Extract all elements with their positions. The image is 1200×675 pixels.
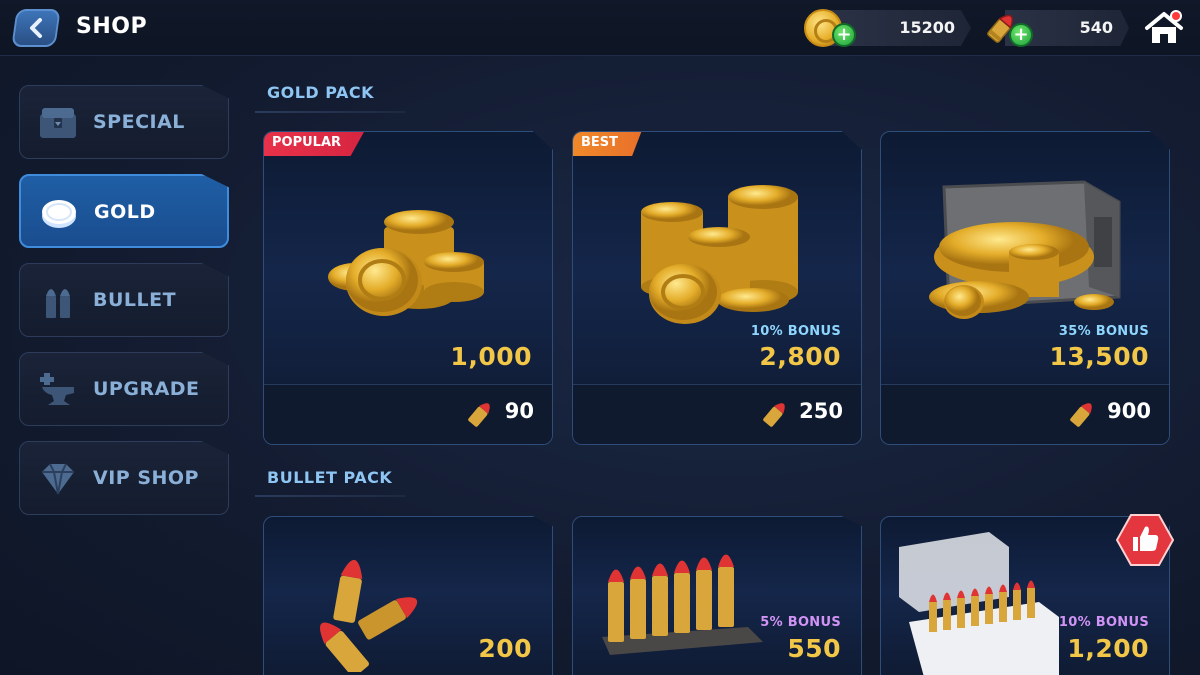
price-value: 250: [799, 399, 843, 423]
bullet-pack-card-2[interactable]: 5% BONUS 550: [572, 516, 862, 675]
price-row: 900: [881, 384, 1169, 444]
notification-dot: [1170, 10, 1182, 22]
sidebar-item-upgrade[interactable]: UPGRADE: [19, 352, 229, 426]
sidebar-item-gold[interactable]: GOLD: [19, 174, 229, 248]
chest-icon: [40, 108, 76, 138]
bonus-label: 10% BONUS: [750, 324, 841, 339]
bullet-pack-card-1[interactable]: 200: [263, 516, 553, 675]
section-title-bullet-pack: BULLET PACK: [267, 468, 393, 487]
bonus-label: 10% BONUS: [1058, 615, 1149, 630]
thumbs-up-icon[interactable]: [1116, 513, 1174, 567]
popular-badge: POPULAR: [264, 132, 366, 156]
price-row: 250: [573, 384, 861, 444]
bullets-belt-icon: [602, 554, 763, 655]
add-gold-button[interactable]: +: [832, 23, 856, 47]
sidebar-item-label: VIP SHOP: [93, 467, 199, 489]
gold-amount: 2,800: [759, 342, 841, 371]
bullet-amount: 1,200: [1067, 634, 1149, 663]
top-bar: SHOP 15200 + 540 +: [0, 0, 1200, 56]
gold-coins-medium-icon: [641, 185, 798, 324]
page-title: SHOP: [76, 14, 148, 39]
anvil-icon: [40, 373, 74, 405]
bullet-icon: [468, 403, 490, 427]
gold-amount: 1,000: [450, 342, 532, 371]
bullets-icon: [46, 289, 70, 318]
gold-pack-card-1[interactable]: POPULAR 1,000 90: [263, 131, 553, 445]
sidebar-item-label: GOLD: [94, 201, 156, 223]
section-divider: [255, 495, 405, 497]
best-badge: BEST: [573, 132, 643, 156]
sidebar-item-label: UPGRADE: [93, 378, 200, 400]
sidebar-item-label: SPECIAL: [93, 111, 185, 133]
add-bullets-button[interactable]: +: [1009, 23, 1033, 47]
bullet-icon: [1070, 403, 1092, 427]
sidebar-item-vip-shop[interactable]: VIP SHOP: [19, 441, 229, 515]
section-divider: [255, 111, 405, 113]
bullet-amount: 200: [478, 634, 532, 663]
bullet-balance-value: 540: [1079, 18, 1113, 37]
gold-amount: 13,500: [1049, 342, 1149, 371]
gold-balance-value: 15200: [899, 18, 955, 37]
bullet-icon: [763, 403, 785, 427]
gold-pack-card-3[interactable]: 35% BONUS 13,500 900: [880, 131, 1170, 445]
coin-icon: [42, 200, 76, 228]
price-row: 90: [264, 384, 552, 444]
bullets-small-pack-icon: [320, 559, 418, 672]
chevron-left-icon: [30, 18, 42, 38]
gold-coins-small-icon: [328, 210, 484, 316]
price-value: 900: [1107, 399, 1151, 423]
price-value: 90: [504, 399, 534, 423]
gold-pack-card-2[interactable]: BEST 10% BONUS 2,800 250: [572, 131, 862, 445]
gold-chest-icon: [929, 180, 1121, 319]
sidebar-item-bullet[interactable]: BULLET: [19, 263, 229, 337]
bonus-label: 5% BONUS: [760, 615, 841, 630]
sidebar-item-special[interactable]: SPECIAL: [19, 85, 229, 159]
bullets-box-icon: [899, 532, 1059, 675]
bullet-amount: 550: [787, 634, 841, 663]
back-button[interactable]: [11, 9, 61, 47]
section-title-gold-pack: GOLD PACK: [267, 83, 375, 102]
bonus-label: 35% BONUS: [1058, 324, 1149, 339]
diamond-icon: [42, 463, 74, 495]
sidebar-item-label: BULLET: [93, 289, 177, 311]
